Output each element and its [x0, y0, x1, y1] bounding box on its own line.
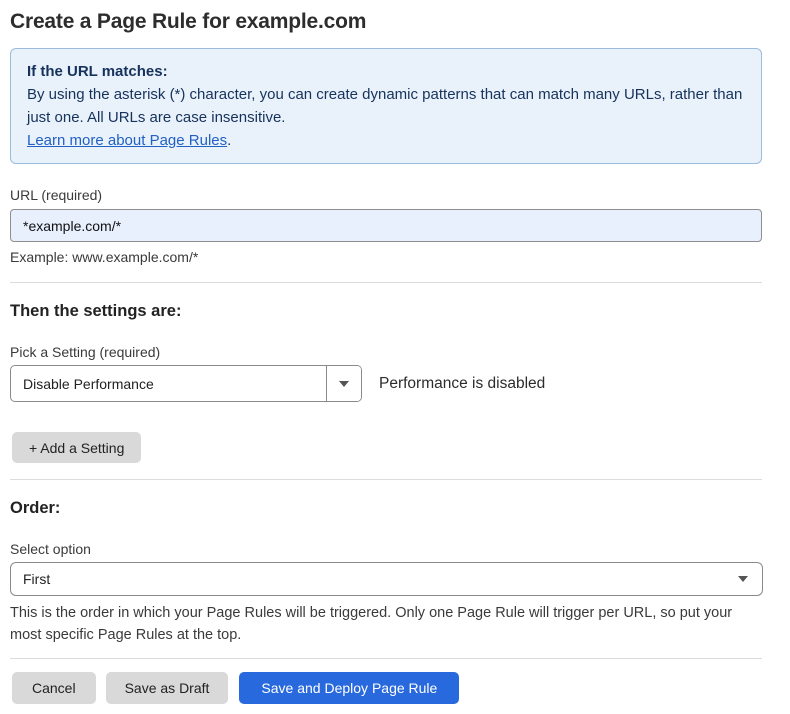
create-page-rule-form: Create a Page Rule for example.com If th…: [0, 0, 790, 704]
order-help-text: This is the order in which your Page Rul…: [10, 602, 762, 646]
divider: [10, 282, 762, 283]
info-box-link-line: Learn more about Page Rules.: [27, 129, 745, 152]
setting-row: Disable Performance Performance is disab…: [10, 365, 762, 402]
pick-setting-label: Pick a Setting (required): [10, 343, 762, 361]
url-matches-info-box: If the URL matches: By using the asteris…: [10, 48, 762, 164]
order-select-value: First: [23, 571, 738, 587]
setting-dropdown-caret-button[interactable]: [326, 366, 361, 401]
order-select-label: Select option: [10, 540, 762, 558]
chevron-down-icon: [738, 576, 748, 582]
page-title: Create a Page Rule for example.com: [10, 10, 762, 34]
setting-dropdown-value: Disable Performance: [11, 366, 326, 401]
order-section-heading: Order:: [10, 498, 762, 518]
setting-dropdown[interactable]: Disable Performance: [10, 365, 362, 402]
chevron-down-icon: [339, 381, 349, 387]
link-period: .: [227, 132, 231, 149]
cancel-button[interactable]: Cancel: [12, 672, 96, 704]
form-actions: Cancel Save as Draft Save and Deploy Pag…: [12, 672, 762, 704]
divider: [10, 479, 762, 480]
save-deploy-button[interactable]: Save and Deploy Page Rule: [239, 672, 459, 704]
info-box-body: By using the asterisk (*) character, you…: [27, 83, 745, 129]
save-draft-button[interactable]: Save as Draft: [106, 672, 229, 704]
url-label: URL (required): [10, 186, 762, 204]
info-box-heading: If the URL matches:: [27, 60, 745, 83]
url-input[interactable]: [10, 209, 762, 242]
setting-status-text: Performance is disabled: [379, 375, 545, 393]
divider: [10, 658, 762, 659]
add-setting-button[interactable]: + Add a Setting: [12, 432, 141, 463]
settings-section-heading: Then the settings are:: [10, 301, 762, 321]
order-select[interactable]: First: [10, 562, 763, 596]
url-example-text: Example: www.example.com/*: [10, 248, 762, 266]
info-box-body-text: By using the asterisk (*) character, you…: [27, 86, 742, 126]
learn-more-link[interactable]: Learn more about Page Rules: [27, 132, 227, 149]
